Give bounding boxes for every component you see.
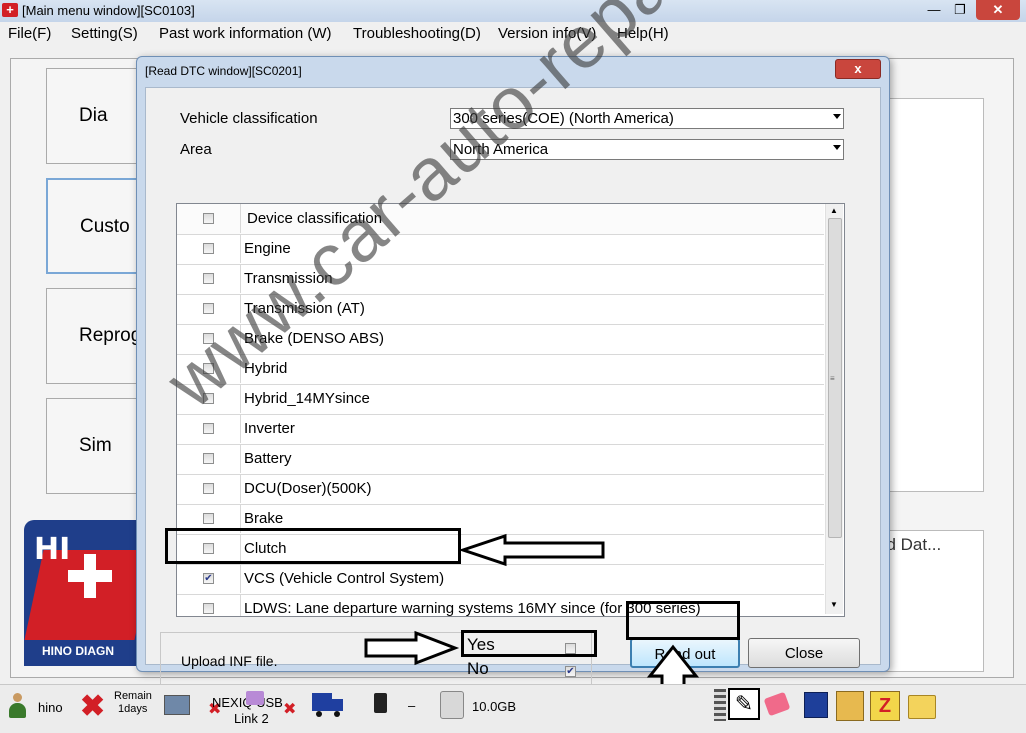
disk-icon — [440, 691, 464, 719]
usb-device-icon — [246, 691, 264, 705]
left-arrow-icon — [458, 533, 605, 567]
user-name: hino — [38, 700, 63, 715]
remain-line2: 1days — [118, 703, 148, 715]
color-palette-icon[interactable] — [836, 691, 864, 721]
right-arrow-icon — [364, 630, 460, 666]
disconnect-icon: ✖ — [283, 701, 297, 718]
user-icon — [8, 693, 26, 719]
save-icon[interactable] — [804, 692, 828, 718]
status-bar: hino ✖ Remain 1days ✖ NEXIQ USB Link 2 ✖… — [0, 684, 1026, 733]
remain-line1: Remain — [114, 690, 152, 702]
tool-palette: ✎ Z — [714, 687, 940, 723]
device-line2: Link 2 — [234, 711, 269, 726]
laptop-icon — [164, 695, 190, 715]
battery-icon — [374, 693, 387, 713]
pen-tool-icon[interactable]: ✎ — [728, 688, 760, 720]
truck-icon — [312, 693, 344, 717]
clear-drawing-icon[interactable]: Z — [870, 691, 900, 721]
folder-icon[interactable] — [908, 695, 936, 719]
remain-warning-icon: ✖ — [80, 690, 106, 723]
grip-icon[interactable] — [714, 689, 726, 721]
eraser-tool-icon[interactable] — [763, 691, 791, 717]
disk-space: 10.0GB — [472, 699, 517, 714]
battery-value: – — [408, 698, 416, 713]
